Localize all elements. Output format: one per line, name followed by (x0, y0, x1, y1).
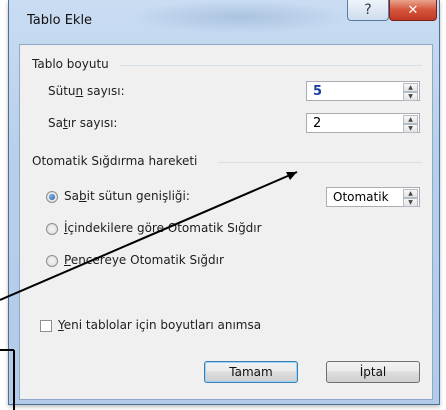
rows-label: Satır sayısı: (48, 116, 118, 130)
group-divider (218, 162, 422, 163)
rows-spinner[interactable]: 2 ▲ ▼ (306, 113, 420, 133)
dialog-title: Tablo Ekle (27, 13, 93, 28)
autofit-contents-label[interactable]: İçindekilere göre Otomatik Sığdır (64, 221, 262, 235)
titlebar-background (129, 0, 349, 34)
close-button[interactable]: ✕ (389, 0, 437, 21)
help-icon: ? (364, 2, 372, 18)
columns-label: Sütun sayısı: (48, 84, 125, 98)
spin-down-icon[interactable]: ▼ (403, 92, 418, 101)
spin-up-icon[interactable]: ▲ (403, 83, 418, 92)
autofit-contents-radio[interactable] (46, 223, 58, 235)
spin-up-icon[interactable]: ▲ (403, 115, 418, 124)
autofit-group-label: Otomatik Sığdırma hareketi (32, 154, 198, 168)
autofit-window-radio[interactable] (46, 255, 58, 267)
spin-down-icon[interactable]: ▼ (403, 198, 418, 207)
fixed-width-radio[interactable] (46, 191, 58, 203)
fixed-width-label[interactable]: Sabit sütun genişliği: (64, 189, 190, 203)
remember-checkbox[interactable] (40, 320, 52, 332)
rows-value[interactable]: 2 (313, 116, 321, 131)
columns-spinner[interactable]: 5 ▲ ▼ (306, 81, 420, 101)
cancel-button[interactable]: İptal (326, 361, 420, 383)
table-size-group-label: Tablo boyutu (32, 57, 109, 71)
group-divider (120, 65, 422, 66)
fixed-width-spinner[interactable]: Otomatik ▲ ▼ (326, 187, 420, 207)
dialog-window: Tablo Ekle ? ✕ Tablo boyutu Sütun sayısı… (8, 0, 440, 405)
help-button[interactable]: ? (347, 0, 389, 21)
remember-label[interactable]: Yeni tablolar için boyutları anımsa (58, 318, 261, 332)
fixed-width-value[interactable]: Otomatik (333, 190, 389, 204)
spin-up-icon[interactable]: ▲ (403, 189, 418, 198)
spin-down-icon[interactable]: ▼ (403, 124, 418, 133)
columns-value[interactable]: 5 (313, 84, 322, 99)
dialog-body: Tablo boyutu Sütun sayısı: 5 ▲ ▼ Satır sa… (19, 44, 433, 400)
autofit-window-label[interactable]: Pencereye Otomatik Sığdır (64, 253, 224, 267)
close-icon: ✕ (407, 2, 419, 18)
ok-button[interactable]: Tamam (204, 361, 298, 383)
